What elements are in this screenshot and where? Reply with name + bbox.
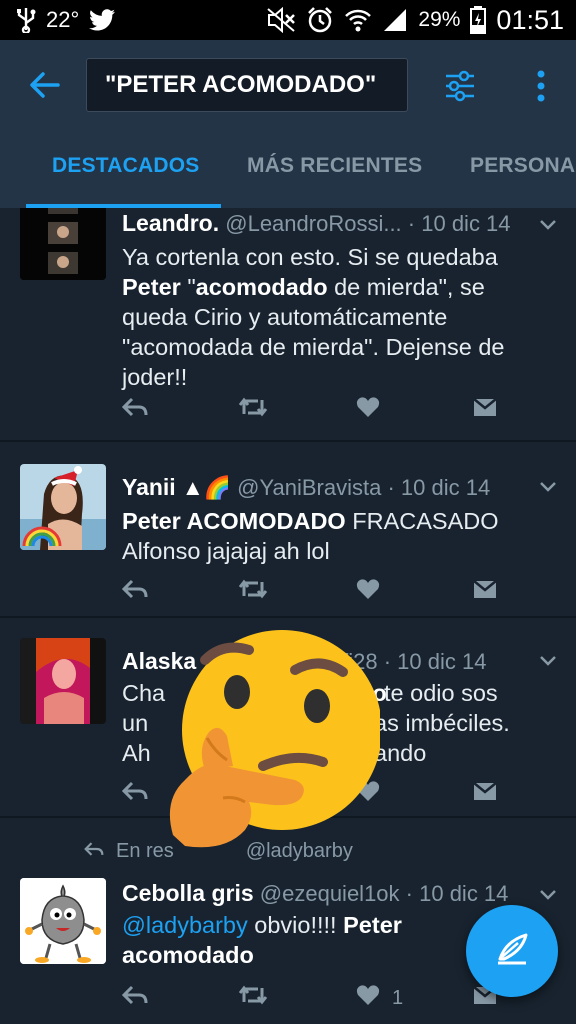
- tweet-feed[interactable]: Leandro. @LeandroRossi... · 10 dic 14 Ya…: [0, 208, 576, 1024]
- tab-mas-recientes[interactable]: MÁS RECIENTES: [247, 154, 422, 178]
- direct-message-button[interactable]: [472, 578, 498, 606]
- envelope-icon: [472, 578, 498, 606]
- name-emoji: ▲🌈: [181, 475, 231, 500]
- tweet-text-fragment: Peter: [122, 274, 181, 300]
- tweet-text-fragment: acomodado: [195, 274, 328, 300]
- filter-icon: [444, 70, 476, 106]
- tweet-date: · 10 dic 14: [387, 475, 491, 500]
- battery-icon: [470, 6, 487, 34]
- battery-percentage: 29%: [418, 8, 461, 31]
- tweet-text: Ya cortenla con esto. Si se quedaba Pete…: [122, 242, 552, 392]
- avatar[interactable]: [20, 464, 106, 550]
- status-bar: 22° 29% 01:51: [0, 0, 576, 40]
- tweet-item[interactable]: Yanii ▲🌈 @YaniBravista · 10 dic 14 Peter…: [0, 442, 576, 618]
- like-button[interactable]: [356, 578, 380, 606]
- tweet-actions: [121, 396, 502, 424]
- author-name[interactable]: Cebolla gris: [122, 880, 254, 906]
- tweet-actions: [121, 578, 502, 606]
- author-handle[interactable]: @LeandroRossi...: [225, 211, 401, 236]
- chevron-down-icon: [538, 219, 558, 236]
- like-count: 1: [392, 986, 404, 1009]
- retweet-button[interactable]: [238, 984, 268, 1012]
- author-name[interactable]: Leandro.: [122, 210, 219, 236]
- alarm-icon: [306, 6, 334, 34]
- filter-button[interactable]: [444, 70, 476, 102]
- tweet-header: Cebolla gris @ezequiel1ok · 10 dic 14: [122, 880, 508, 907]
- heart-icon: [356, 396, 380, 424]
- reply-context-icon: [84, 840, 104, 863]
- tweet-header: Leandro. @LeandroRossi... · 10 dic 14: [122, 210, 511, 237]
- tweet-text-fragment: ando: [374, 740, 427, 766]
- tweet-actions: 1: [121, 984, 502, 1012]
- retweet-button[interactable]: [238, 396, 268, 424]
- heart-icon: [356, 578, 380, 606]
- search-toolbar: "PETER ACOMODADO": [0, 40, 576, 132]
- envelope-icon: [472, 396, 498, 424]
- mute-icon: [266, 7, 296, 33]
- tab-personas[interactable]: PERSONAS: [470, 154, 576, 178]
- twitter-icon: [89, 9, 116, 31]
- avatar[interactable]: [20, 878, 106, 964]
- tweet-text: @ladybarby obvio!!!! Peter acomodado: [122, 910, 452, 970]
- envelope-icon: [472, 780, 498, 808]
- tweet-menu-button[interactable]: [538, 480, 558, 494]
- back-button[interactable]: [28, 68, 62, 102]
- reply-button[interactable]: [121, 578, 148, 606]
- reply-icon: [121, 397, 148, 423]
- retweet-icon: [238, 578, 268, 606]
- signal-icon: [382, 7, 408, 33]
- tweet-menu-button[interactable]: [538, 888, 558, 902]
- tweet-text-fragment: ": [180, 274, 196, 300]
- tab-destacados[interactable]: DESTACADOS: [52, 154, 199, 178]
- more-options-button[interactable]: [530, 68, 552, 104]
- usb-icon: [16, 7, 36, 33]
- tweet-date: · 10 dic 14: [405, 881, 509, 906]
- retweet-icon: [238, 396, 268, 424]
- thinking-face-emoji: [145, 620, 382, 850]
- like-button[interactable]: [356, 396, 380, 424]
- search-input[interactable]: "PETER ACOMODADO": [86, 58, 408, 112]
- back-arrow-icon: [28, 72, 62, 106]
- avatar[interactable]: [20, 208, 106, 280]
- tweet-date: · 10 dic 14: [383, 649, 487, 674]
- direct-message-button[interactable]: [472, 780, 498, 808]
- tweet-text-fragment: Ya cortenla con esto. Si se quedaba: [122, 244, 498, 270]
- author-handle[interactable]: @YaniBravista: [237, 475, 381, 500]
- tweet-text-fragment: obvio!!!!: [247, 912, 344, 938]
- compose-quill-icon: [492, 929, 532, 974]
- tweet-header: Yanii ▲🌈 @YaniBravista · 10 dic 14: [122, 474, 490, 501]
- retweet-button[interactable]: [238, 578, 268, 606]
- reply-icon: [121, 579, 148, 605]
- reply-button[interactable]: [121, 984, 148, 1012]
- reply-button[interactable]: [121, 396, 148, 424]
- tweet-text-fragment: te odio sos: [384, 680, 498, 706]
- tweet-text-fragment: Peter ACOMODADO: [122, 508, 346, 534]
- reply-icon: [121, 985, 148, 1011]
- wifi-icon: [344, 7, 372, 33]
- more-vert-icon: [530, 70, 552, 108]
- search-tabs: DESTACADOS MÁS RECIENTES PERSONAS: [0, 132, 576, 208]
- chevron-down-icon: [538, 655, 558, 672]
- compose-tweet-button[interactable]: [466, 905, 558, 997]
- author-name[interactable]: Yanii: [122, 474, 176, 500]
- retweet-icon: [238, 984, 268, 1012]
- clock: 01:51: [496, 4, 564, 35]
- tweet-menu-button[interactable]: [538, 218, 558, 232]
- tweet-menu-button[interactable]: [538, 654, 558, 668]
- avatar[interactable]: [20, 638, 106, 724]
- chevron-down-icon: [538, 481, 558, 498]
- heart-icon: [356, 984, 380, 1012]
- direct-message-button[interactable]: [472, 396, 498, 424]
- chevron-down-icon: [538, 889, 558, 906]
- tweet-text: Peter ACOMODADO FRACASADO Alfonso jajaja…: [122, 506, 552, 566]
- tweet-text-fragment: as imbéciles.: [374, 710, 510, 736]
- tweet-date: · 10 dic 14: [407, 211, 511, 236]
- author-handle[interactable]: @ezequiel1ok: [260, 881, 400, 906]
- mention-link[interactable]: @ladybarby: [122, 912, 248, 938]
- like-button[interactable]: 1: [356, 984, 403, 1012]
- tweet-item[interactable]: Leandro. @LeandroRossi... · 10 dic 14 Ya…: [0, 208, 576, 442]
- temperature-text: 22°: [46, 7, 80, 32]
